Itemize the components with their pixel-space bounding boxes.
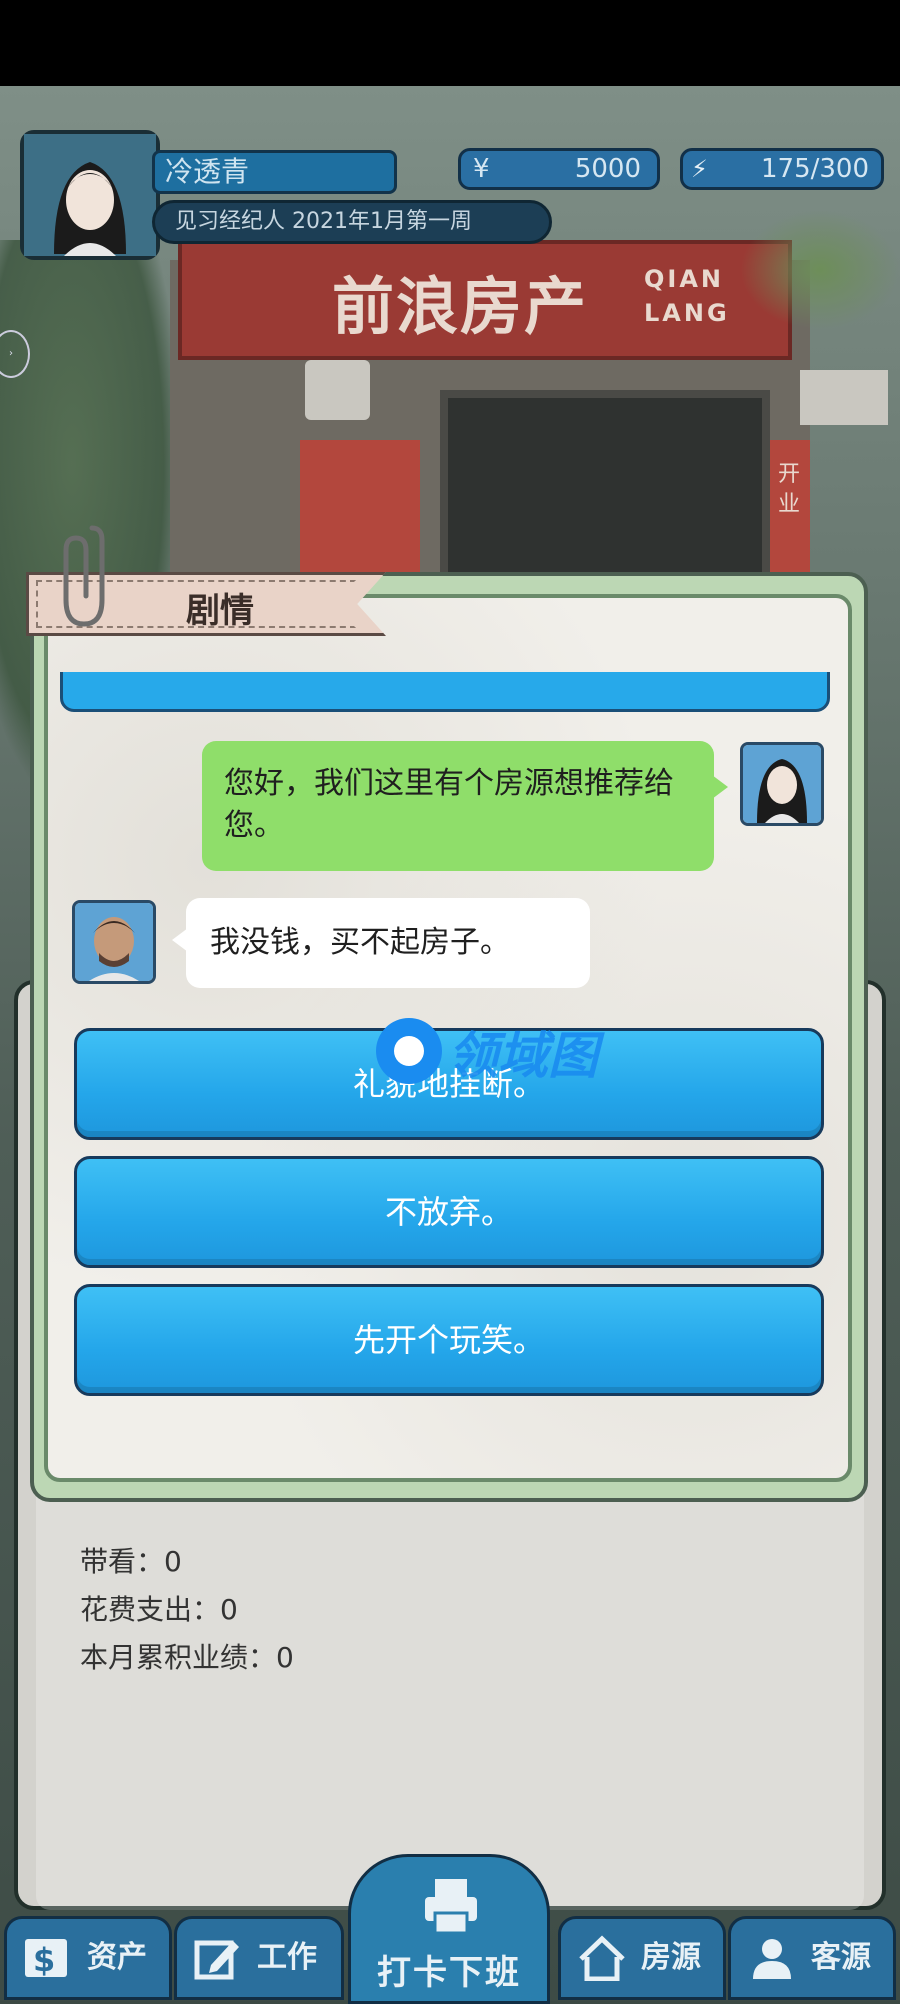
choice-button-joke[interactable]: 先开个玩笑。 (74, 1284, 824, 1396)
nav-clients-label: 客源 (811, 1940, 871, 1975)
nav-assets-label: 资产 (87, 1940, 147, 1975)
nav-clients[interactable]: 客源 (728, 1916, 896, 2000)
expenses-stat: 花费支出：0 (80, 1593, 238, 1626)
customer-face-icon (75, 903, 153, 981)
nav-listings-label: 房源 (641, 1940, 701, 1975)
energy-value: 175/300 (760, 154, 869, 184)
shop-name-en-line2: LANG (644, 299, 730, 327)
pillar-sign-text: 开业 (778, 462, 801, 517)
money-value: 5000 (574, 154, 641, 184)
nav-clock-out[interactable]: 打卡下班 (348, 1854, 550, 2004)
monthly-performance-stat: 本月累积业绩：0 (80, 1641, 294, 1674)
paperclip-icon (63, 525, 105, 627)
air-conditioner-icon (800, 370, 888, 425)
house-icon (579, 1935, 625, 1981)
previous-choice-button (60, 672, 830, 712)
player-portrait-icon (24, 134, 156, 256)
player-chat-avatar (740, 742, 824, 826)
customer-chat-avatar (72, 900, 156, 984)
svg-text:$: $ (33, 1941, 55, 1979)
player-face-icon (743, 745, 821, 823)
watermark-logo-icon (376, 1018, 442, 1084)
bottom-nav: $ 资产 工作 打卡下班 房源 客源 (0, 1854, 900, 2004)
customer-message-bubble: 我没钱，买不起房子。 (172, 898, 590, 988)
shop-name-en-line1: QIAN (644, 265, 724, 293)
watermark-text: 领域图 (448, 1027, 598, 1085)
nav-assets[interactable]: $ 资产 (4, 1916, 172, 2000)
choice-button-persist[interactable]: 不放弃。 (74, 1156, 824, 1268)
nav-work-label: 工作 (257, 1940, 317, 1975)
edit-icon (194, 1940, 239, 1980)
nav-listings[interactable]: 房源 (558, 1916, 726, 2000)
shop-signboard: 前浪房产 QIAN LANG (178, 240, 792, 360)
person-icon (753, 1939, 791, 1979)
scrolled-previous-choice (60, 672, 830, 712)
dialog-tab-label: 剧情 (186, 591, 254, 631)
viewings-stat: 带看：0 (80, 1545, 182, 1578)
nav-clock-out-label: 打卡下班 (377, 1953, 521, 1993)
air-conditioner-icon (305, 360, 370, 420)
lightning-icon: ⚡ (691, 155, 708, 183)
shop-name: 前浪房产 (332, 270, 589, 343)
energy-display: ⚡ 175/300 (680, 148, 884, 190)
player-title: 见习经纪人 2021年1月第一周 (152, 200, 552, 244)
status-bar (0, 0, 900, 86)
pillar-sign: 开业 (770, 440, 810, 590)
money-display: ¥ 5000 (458, 148, 660, 190)
nav-work[interactable]: 工作 (174, 1916, 344, 2000)
player-name: 冷透青 (152, 150, 397, 194)
player-avatar[interactable] (20, 130, 160, 260)
player-message-bubble: 您好，我们这里有个房源想推荐给您。 (202, 741, 728, 871)
printer-icon (425, 1879, 477, 1935)
dollar-icon: $ (25, 1939, 67, 1979)
money-icon: ¥ (473, 154, 490, 184)
shop-name-en: QIAN LANG (644, 262, 730, 330)
foliage-right (740, 210, 900, 330)
